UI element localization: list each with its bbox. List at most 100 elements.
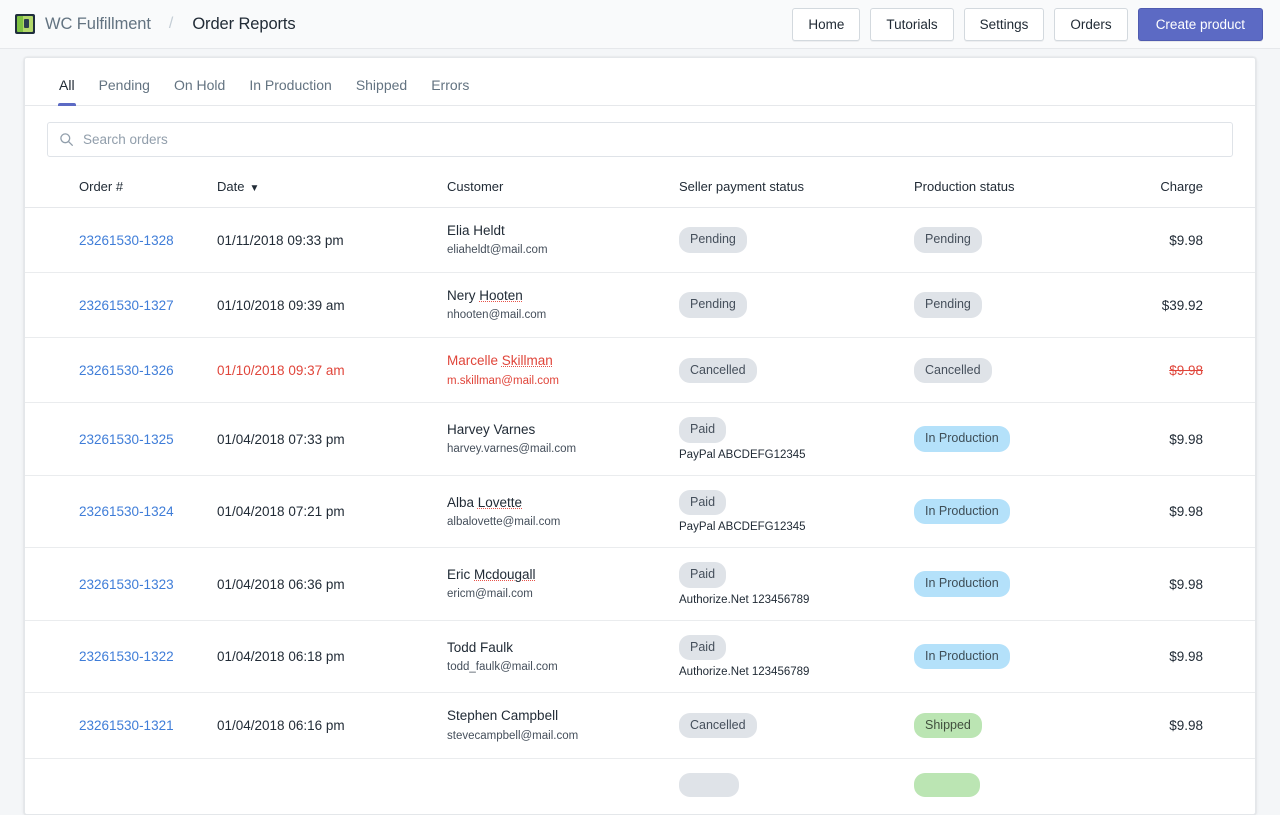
table-row[interactable]: 23261530-1327 01/10/2018 09:39 am Nery Hoo… (25, 272, 1255, 339)
cell-seller-payment-status: Paid Authorize.Net 123456789 (679, 547, 914, 621)
table-row[interactable]: 23261530-1322 01/04/2018 06:18 pm Todd Fau… (25, 620, 1255, 694)
cell-production-status: In Production (914, 402, 1140, 476)
cell-date (217, 758, 447, 814)
customer-name: Elia Heldt (447, 223, 505, 238)
cell-production-status: In Production (914, 547, 1140, 621)
order-number-link[interactable]: 23261530-1323 (79, 577, 174, 592)
cell-order: 23261530-1324 (25, 475, 217, 549)
search-icon (59, 132, 74, 147)
cell-customer: Harvey Varnes harvey.varnes@mail.com (447, 402, 679, 476)
table-header-row: Order # Date ▼ Customer Seller payment st… (25, 169, 1255, 208)
cell-production-status: In Production (914, 620, 1140, 694)
charge-amount: $9.98 (1169, 718, 1203, 734)
settings-button[interactable]: Settings (963, 7, 1045, 41)
table-row[interactable]: 23261530-1326 01/10/2018 09:37 am Marcelle… (25, 337, 1255, 404)
customer-name: Harvey Varnes (447, 422, 536, 438)
column-header-seller-payment-status[interactable]: Seller payment status (679, 169, 914, 208)
cell-seller-payment-status: Pending (679, 272, 914, 339)
cell-customer: Todd Faulk todd_faulk@mail.com (447, 620, 679, 694)
tab-errors[interactable]: Errors (419, 78, 481, 105)
tab-all[interactable]: All (47, 78, 87, 106)
cell-date: 01/04/2018 07:33 pm (217, 402, 447, 476)
tutorials-button[interactable]: Tutorials (870, 7, 954, 41)
customer-email: todd_faulk@mail.com (447, 660, 558, 673)
sort-desc-icon[interactable]: ▼ (249, 183, 259, 194)
table-row[interactable]: 23261530-1323 01/04/2018 06:36 pm Eric Mcd… (25, 547, 1255, 621)
charge-amount: $9.98 (1169, 576, 1203, 592)
order-number-link[interactable]: 23261530-1325 (79, 432, 174, 447)
cell-charge (1140, 758, 1255, 814)
production-status-badge: In Production (914, 571, 1010, 597)
orders-table: Order # Date ▼ Customer Seller payment st… (25, 169, 1255, 814)
cell-production-status (914, 758, 1140, 814)
charge-amount: $9.98 (1169, 431, 1203, 447)
customer-name: Alba Lovette (447, 494, 523, 510)
cell-date: 01/10/2018 09:37 am (217, 337, 447, 404)
column-header-date[interactable]: Date ▼ (217, 169, 447, 208)
table-row[interactable] (25, 758, 1255, 814)
orders-button[interactable]: Orders (1054, 7, 1128, 41)
search-input[interactable] (83, 132, 1221, 147)
table-row[interactable]: 23261530-1325 01/04/2018 07:33 pm Harvey V… (25, 402, 1255, 476)
table-row[interactable]: 23261530-1321 01/04/2018 06:16 pm Stephen … (25, 692, 1255, 759)
production-status-badge: Shipped (914, 712, 982, 739)
order-number-link[interactable]: 23261530-1324 (79, 504, 174, 519)
breadcrumb: WC Fulfillment / Order Reports (15, 14, 296, 34)
cell-production-status: Cancelled (914, 337, 1140, 404)
spellcheck-mark: Skillman (501, 353, 553, 369)
status-filter-tabs: All Pending On Hold In Production Shippe… (25, 58, 1255, 106)
customer-name: Todd Faulk (447, 639, 514, 655)
column-header-charge[interactable]: Charge (1140, 169, 1255, 208)
order-number-link[interactable]: 23261530-1326 (79, 363, 174, 378)
cell-charge: $9.98 (1140, 475, 1255, 549)
create-product-button[interactable]: Create product (1137, 7, 1263, 41)
column-header-order[interactable]: Order # (25, 169, 217, 208)
payment-status-badge: Pending (679, 292, 747, 318)
production-status-badge: In Production (914, 643, 1010, 670)
customer-name: Stephen Campbell (447, 708, 559, 724)
cell-order: 23261530-1326 (25, 337, 217, 404)
customer-name: Eric Mcdougall (447, 567, 536, 583)
brand-name[interactable]: WC Fulfillment (45, 15, 151, 34)
customer-email: harvey.varnes@mail.com (447, 443, 577, 456)
tab-shipped[interactable]: Shipped (344, 78, 419, 105)
column-header-production-status[interactable]: Production status (914, 169, 1140, 208)
payment-status-badge: Paid (679, 489, 727, 516)
cell-charge: $9.98 (1140, 620, 1255, 694)
tab-pending[interactable]: Pending (87, 78, 162, 105)
column-header-customer[interactable]: Customer (447, 169, 679, 208)
charge-amount: $9.98 (1169, 504, 1203, 520)
cell-order: 23261530-1322 (25, 620, 217, 694)
customer-email: m.skillman@mail.com (447, 374, 559, 387)
cell-production-status: Pending (914, 272, 1140, 339)
payment-gateway-reference: PayPal ABCDEFG12345 (679, 521, 806, 534)
order-number-link[interactable]: 23261530-1321 (79, 718, 174, 733)
table-row[interactable]: 23261530-1328 01/11/2018 09:33 pm Elia Hel… (25, 207, 1255, 274)
cell-charge: $9.98 (1140, 337, 1255, 404)
cell-customer: Alba Lovette albalovette@mail.com (447, 475, 679, 549)
order-number-link[interactable]: 23261530-1328 (79, 233, 174, 248)
orders-card: All Pending On Hold In Production Shippe… (24, 57, 1256, 815)
cell-seller-payment-status: Paid PayPal ABCDEFG12345 (679, 402, 914, 476)
order-number-link[interactable]: 23261530-1327 (79, 298, 174, 313)
customer-email: eliaheldt@mail.com (447, 244, 548, 257)
search-box[interactable] (47, 122, 1233, 157)
production-status-badge: Cancelled (914, 357, 992, 384)
customer-email: nhooten@mail.com (447, 309, 547, 322)
cell-seller-payment-status: Pending (679, 207, 914, 274)
cell-customer: Nery Hooten nhooten@mail.com (447, 272, 679, 339)
tab-on-hold[interactable]: On Hold (162, 78, 237, 105)
cell-order (25, 758, 217, 814)
production-status-badge: In Production (914, 498, 1010, 525)
order-number-link[interactable]: 23261530-1322 (79, 649, 174, 664)
cell-charge: $9.98 (1140, 547, 1255, 621)
customer-email: ericm@mail.com (447, 588, 533, 601)
home-button[interactable]: Home (792, 7, 861, 41)
payment-status-badge: Pending (679, 227, 747, 253)
customer-name: Marcelle Skillman (447, 353, 553, 369)
cell-order: 23261530-1325 (25, 402, 217, 476)
tab-in-production[interactable]: In Production (237, 78, 344, 105)
table-head: Order # Date ▼ Customer Seller payment st… (25, 169, 1255, 208)
table-row[interactable]: 23261530-1324 01/04/2018 07:21 pm Alba Lov… (25, 475, 1255, 549)
cell-order: 23261530-1328 (25, 207, 217, 274)
